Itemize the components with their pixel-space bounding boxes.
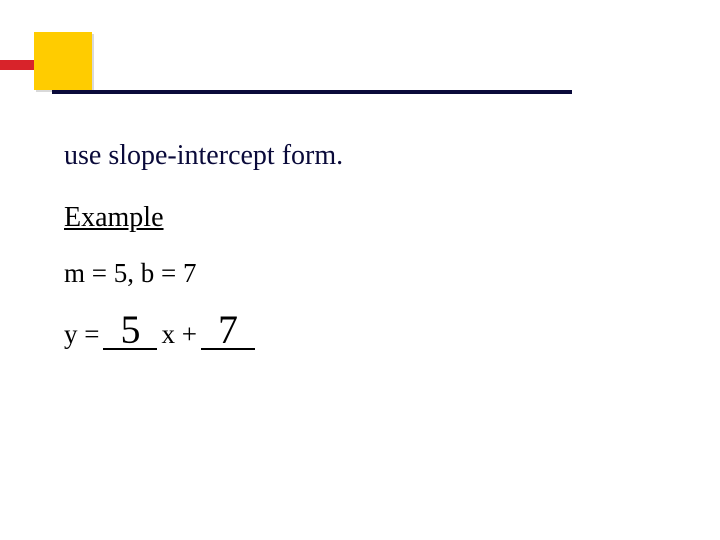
intercept-value: 7 <box>218 307 238 352</box>
example-heading: Example <box>64 202 680 234</box>
equation-x-plus: x + <box>161 321 196 350</box>
equation-y-equals: y = <box>64 321 99 350</box>
slide-header-decoration <box>0 28 720 98</box>
slide: use slope-intercept form. Example m = 5,… <box>0 0 720 540</box>
accent-navy-rule <box>52 90 572 94</box>
intercept-blank: 7 <box>201 311 255 350</box>
equation-line: y = 5 x + 7 <box>64 311 680 350</box>
slide-content: use slope-intercept form. Example m = 5,… <box>64 140 680 350</box>
given-values: m = 5, b = 7 <box>64 258 680 289</box>
slope-value: 5 <box>120 307 140 352</box>
accent-yellow-square <box>34 32 92 90</box>
slope-blank: 5 <box>103 311 157 350</box>
slide-title: use slope-intercept form. <box>64 140 680 172</box>
